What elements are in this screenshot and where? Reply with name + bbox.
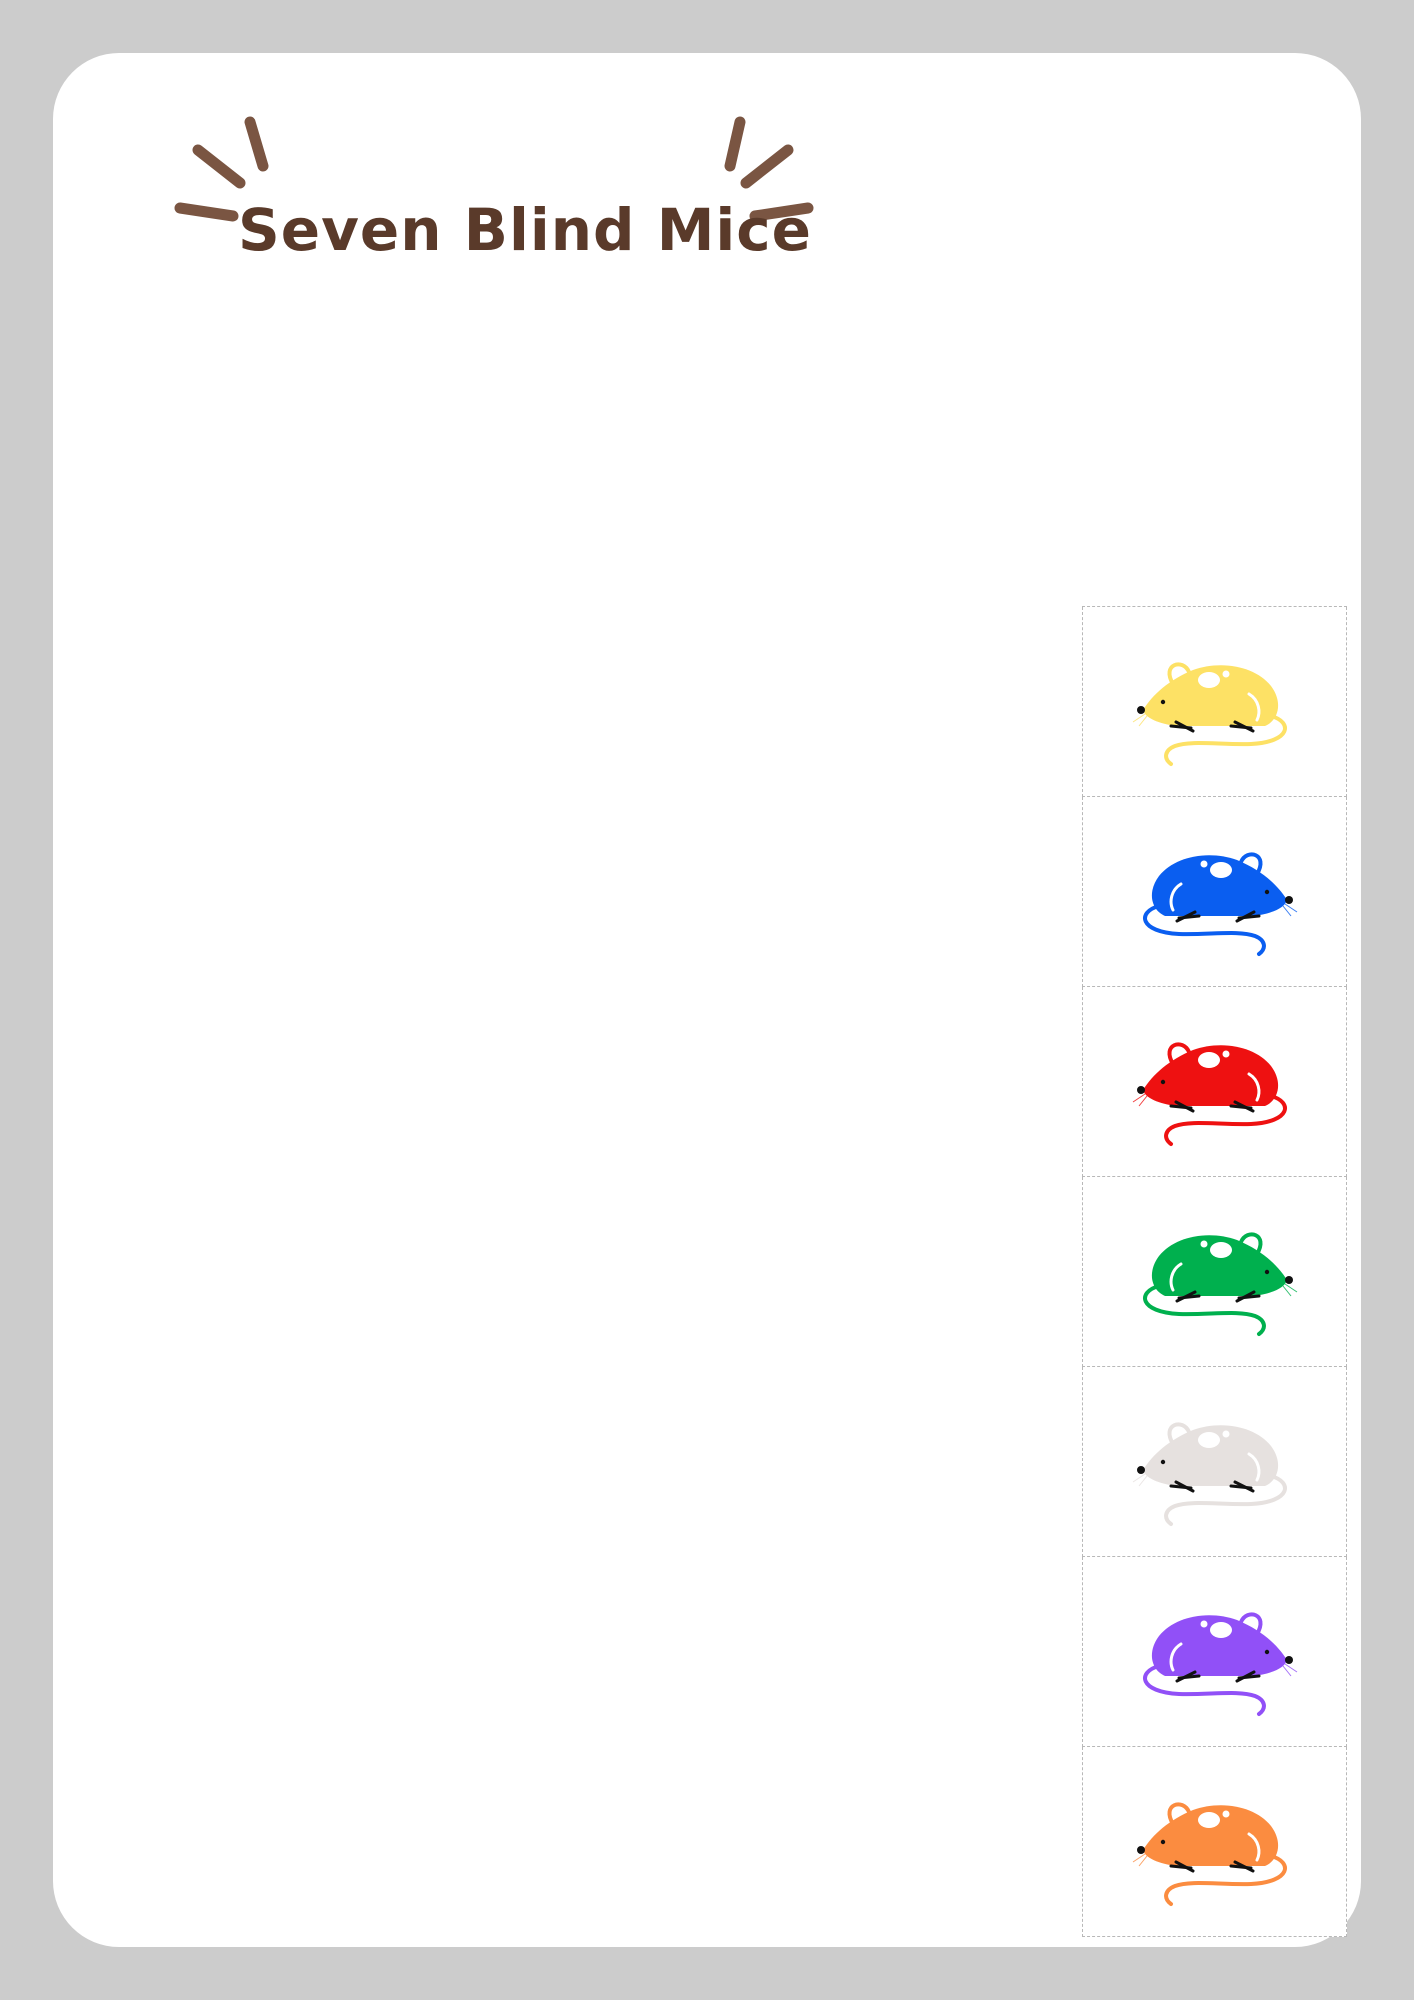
mouse-card-white-mouse[interactable]: [1082, 1367, 1347, 1557]
title-block: Seven Blind Mice: [168, 108, 828, 278]
mouse-card-red-mouse[interactable]: [1082, 987, 1347, 1177]
mouse-card-yellow-mouse[interactable]: [1082, 607, 1347, 797]
page-title: Seven Blind Mice: [238, 196, 813, 264]
worksheet: Seven Blind Mice: [53, 53, 1361, 1947]
mouse-card-purple-mouse[interactable]: [1082, 1557, 1347, 1747]
mouse-icon: [1142, 1611, 1297, 1716]
mouse-cutout-column: [1082, 606, 1347, 1937]
mouse-card-orange-mouse[interactable]: [1082, 1747, 1347, 1937]
mouse-card-blue-mouse[interactable]: [1082, 797, 1347, 987]
mouse-icon: [1142, 1231, 1297, 1336]
mouse-icon: [1132, 1801, 1287, 1906]
mouse-icon: [1142, 851, 1297, 956]
mouse-icon: [1132, 1041, 1287, 1146]
mouse-icon: [1132, 1421, 1287, 1526]
mouse-icon: [1132, 661, 1287, 766]
mouse-card-green-mouse[interactable]: [1082, 1177, 1347, 1367]
